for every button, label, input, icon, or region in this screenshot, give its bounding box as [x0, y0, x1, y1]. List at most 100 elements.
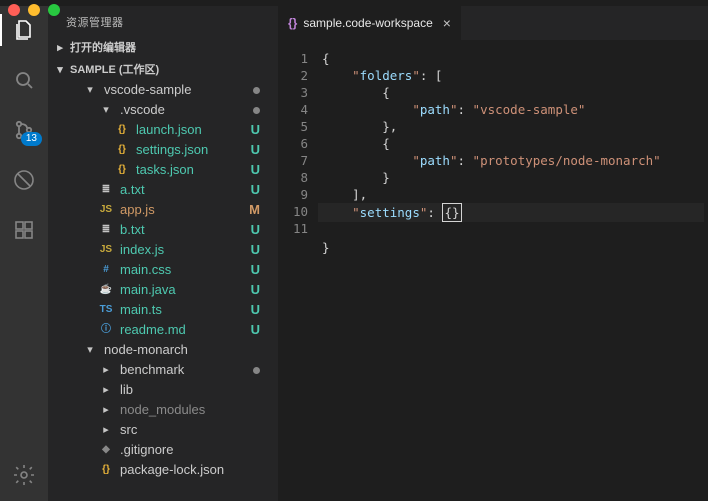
- git-status-letter: U: [243, 140, 260, 160]
- git-status-letter: U: [243, 240, 260, 260]
- workspace-section[interactable]: ▾ SAMPLE (工作区): [48, 58, 278, 80]
- files-icon: [12, 18, 36, 42]
- open-editors-section[interactable]: ▸ 打开的编辑器: [48, 36, 278, 58]
- activity-debug[interactable]: [0, 162, 48, 198]
- file-item[interactable]: ⓘ readme.md U: [48, 320, 278, 340]
- activity-extensions[interactable]: [0, 212, 48, 248]
- file-type-icon: ☕: [98, 280, 114, 300]
- git-status-letter: U: [243, 320, 260, 340]
- file-type-icon: {}: [114, 120, 130, 140]
- close-tab-icon[interactable]: ×: [443, 15, 451, 31]
- item-label: .vscode: [120, 100, 165, 120]
- chevron-right-icon: ▸: [98, 380, 114, 400]
- editor-group: {} sample.code-workspace × 1234567891011…: [278, 6, 708, 501]
- folder-item[interactable]: ▸node_modules: [48, 400, 278, 420]
- item-label: .gitignore: [120, 440, 173, 460]
- file-item[interactable]: ☕ main.java U: [48, 280, 278, 300]
- folder-item[interactable]: ▾vscode-sample: [48, 80, 278, 100]
- window-controls[interactable]: [8, 4, 60, 16]
- sidebar-title: 资源管理器: [48, 6, 278, 36]
- file-type-icon: ≣: [98, 220, 114, 240]
- item-label: lib: [120, 380, 133, 400]
- folder-item[interactable]: ▾.vscode: [48, 100, 278, 120]
- modified-dot-icon: [253, 367, 260, 374]
- git-status-letter: U: [243, 260, 260, 280]
- file-item[interactable]: ≣a.txtU: [48, 180, 278, 200]
- file-type-icon: ≣: [98, 180, 114, 200]
- minimize-window-icon[interactable]: [28, 4, 40, 16]
- chevron-down-icon: ▾: [54, 63, 66, 76]
- file-item[interactable]: {} tasks.json U: [48, 160, 278, 180]
- git-status-letter: U: [243, 160, 260, 180]
- item-label: b.txt: [120, 220, 145, 240]
- close-window-icon[interactable]: [8, 4, 20, 16]
- file-type-icon: {}: [114, 140, 130, 160]
- git-status-letter: U: [243, 120, 260, 140]
- item-label: tasks.json: [136, 160, 194, 180]
- file-item[interactable]: {} package-lock.json: [48, 460, 278, 480]
- file-item[interactable]: JSindex.jsU: [48, 240, 278, 260]
- scm-badge: 13: [21, 132, 42, 146]
- file-type-icon: {}: [114, 160, 130, 180]
- file-tree[interactable]: ▾vscode-sample▾.vscode{}launch.jsonU{}se…: [48, 80, 278, 501]
- git-status-letter: U: [243, 280, 260, 300]
- activity-explorer[interactable]: [0, 12, 48, 48]
- modified-dot-icon: [253, 87, 260, 94]
- json-icon: {}: [288, 16, 297, 30]
- item-label: package-lock.json: [120, 460, 224, 480]
- item-label: index.js: [120, 240, 164, 260]
- git-status-letter: U: [243, 220, 260, 240]
- folder-item[interactable]: ▾ node-monarch: [48, 340, 278, 360]
- file-type-icon: JS: [98, 200, 114, 220]
- chevron-down-icon: ▾: [82, 80, 98, 100]
- folder-item[interactable]: ▸ lib: [48, 380, 278, 400]
- activity-settings[interactable]: [0, 457, 48, 493]
- file-type-icon: #: [98, 260, 114, 280]
- modified-dot-icon: [253, 107, 260, 114]
- folder-item[interactable]: ▸ src: [48, 420, 278, 440]
- file-type-icon: {}: [98, 460, 114, 480]
- item-label: src: [120, 420, 137, 440]
- chevron-right-icon: ▸: [54, 41, 66, 54]
- file-item[interactable]: TSmain.tsU: [48, 300, 278, 320]
- git-status-letter: U: [243, 300, 260, 320]
- item-label: node-monarch: [104, 340, 188, 360]
- workspace-label: SAMPLE (工作区): [70, 61, 159, 77]
- activity-scm[interactable]: 13: [0, 112, 48, 148]
- file-item[interactable]: ≣ b.txt U: [48, 220, 278, 240]
- file-item[interactable]: # main.css U: [48, 260, 278, 280]
- open-editors-label: 打开的编辑器: [70, 39, 136, 55]
- file-item[interactable]: JSapp.jsM: [48, 200, 278, 220]
- activity-search[interactable]: [0, 62, 48, 98]
- activity-bar: 13: [0, 6, 48, 501]
- file-item[interactable]: {} settings.json U: [48, 140, 278, 160]
- file-type-icon: ◆: [98, 440, 114, 460]
- folder-item[interactable]: ▸benchmark: [48, 360, 278, 380]
- chevron-down-icon: ▾: [82, 340, 98, 360]
- maximize-window-icon[interactable]: [48, 4, 60, 16]
- explorer-sidebar: 资源管理器 ▸ 打开的编辑器 ▾ SAMPLE (工作区) ▾vscode-sa…: [48, 6, 278, 501]
- item-label: settings.json: [136, 140, 208, 160]
- item-label: a.txt: [120, 180, 145, 200]
- file-item[interactable]: ◆ .gitignore: [48, 440, 278, 460]
- bug-icon: [12, 168, 36, 192]
- item-label: main.ts: [120, 300, 162, 320]
- item-label: benchmark: [120, 360, 184, 380]
- item-label: readme.md: [120, 320, 186, 340]
- gear-icon: [12, 463, 36, 487]
- file-type-icon: ⓘ: [98, 320, 114, 340]
- item-label: node_modules: [120, 400, 205, 420]
- editor-tab-bar: {} sample.code-workspace ×: [278, 6, 708, 40]
- item-label: launch.json: [136, 120, 202, 140]
- code-content[interactable]: { "folders": [ { "path": "vscode-sample"…: [318, 40, 708, 501]
- code-editor[interactable]: 1234567891011 { "folders": [ { "path": "…: [278, 40, 708, 501]
- editor-tab-sample-workspace[interactable]: {} sample.code-workspace ×: [278, 6, 462, 40]
- item-label: main.css: [120, 260, 171, 280]
- line-numbers: 1234567891011: [278, 40, 318, 501]
- item-label: main.java: [120, 280, 176, 300]
- item-label: app.js: [120, 200, 155, 220]
- file-item[interactable]: {} launch.json U: [48, 120, 278, 140]
- tab-label: sample.code-workspace: [303, 16, 432, 30]
- extensions-icon: [12, 218, 36, 242]
- chevron-right-icon: ▸: [98, 420, 114, 440]
